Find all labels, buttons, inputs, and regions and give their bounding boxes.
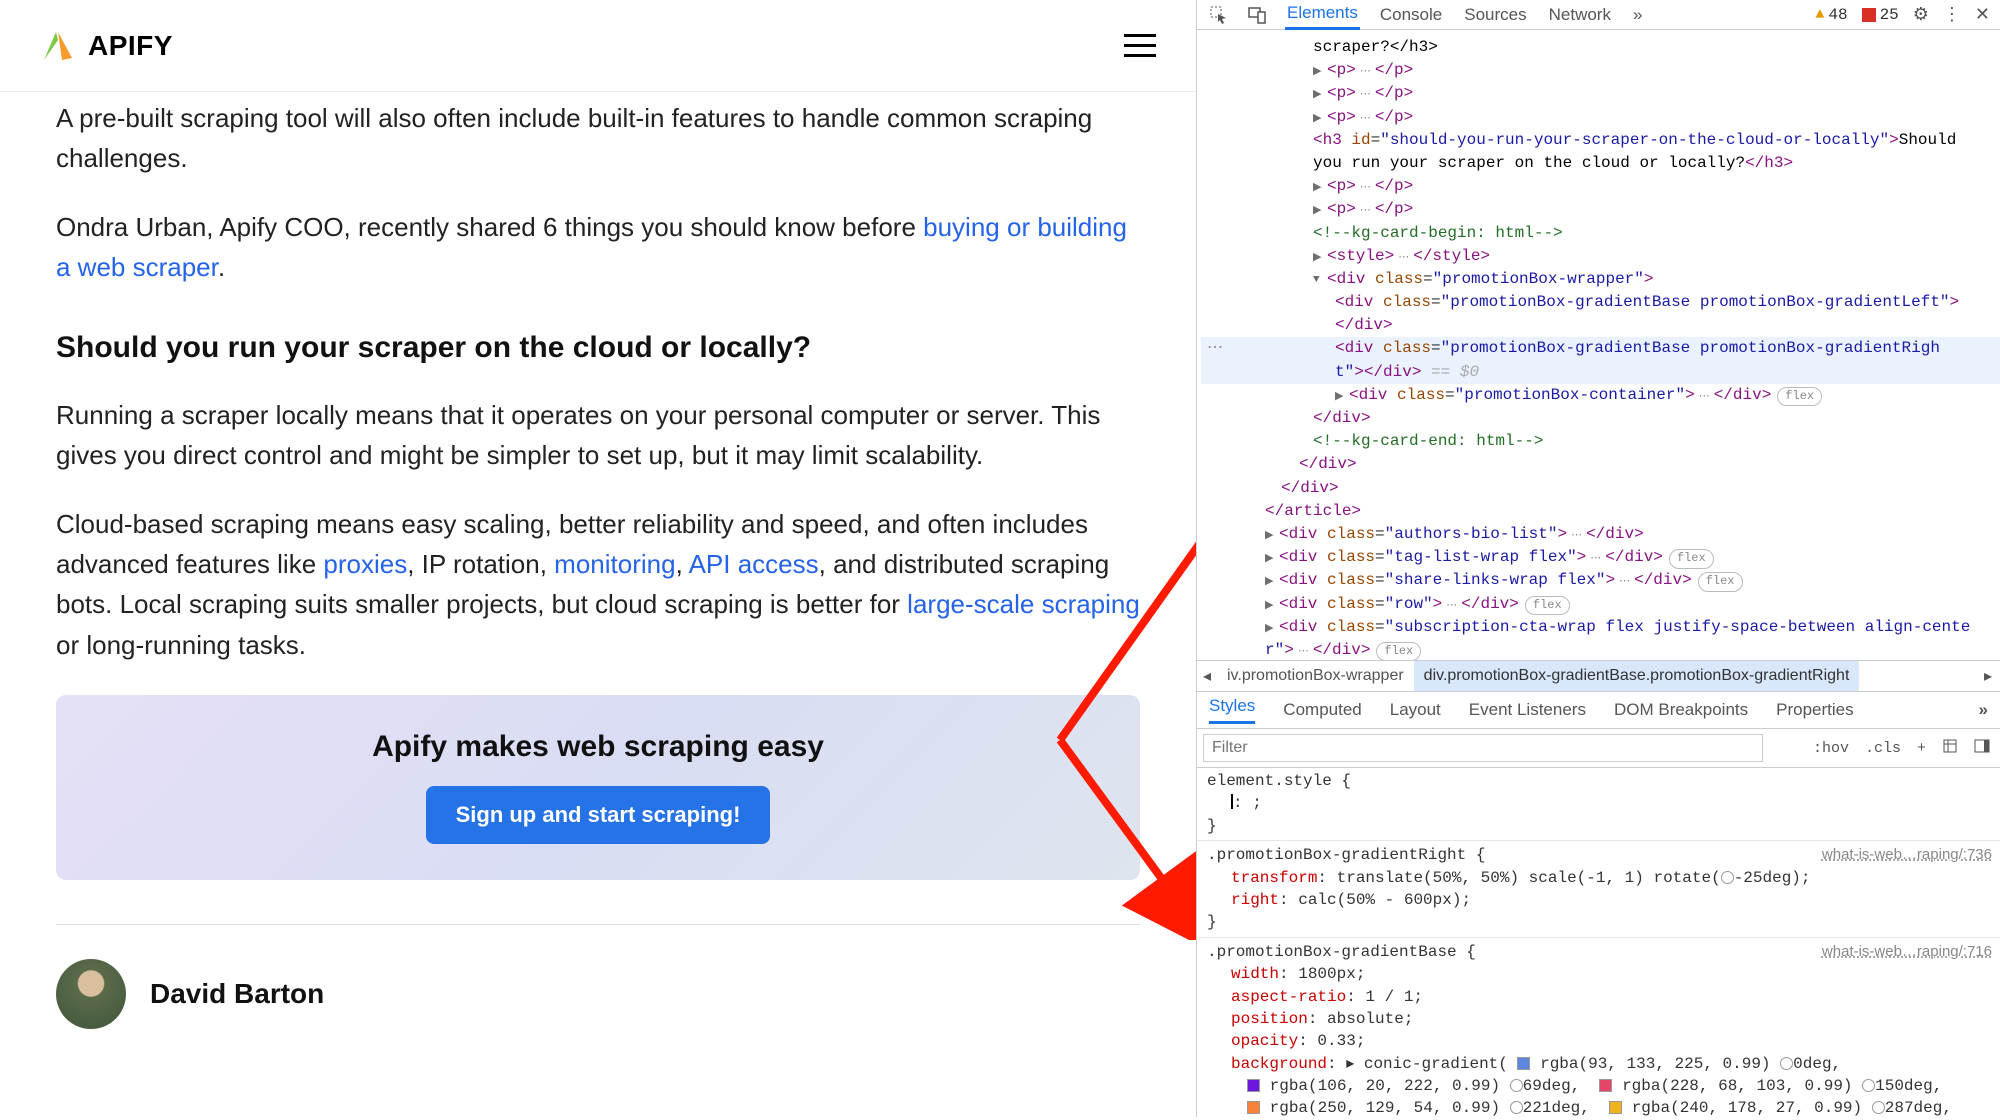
gear-icon[interactable]: ⚙ [1913,4,1929,26]
source-link[interactable]: what-is-web…raping/:716 [1822,941,1992,962]
subtab-dom-breakpoints[interactable]: DOM Breakpoints [1614,700,1748,720]
close-icon[interactable]: ✕ [1975,4,1990,26]
styles-filter-input[interactable] [1203,734,1763,762]
tabs-overflow[interactable]: » [1631,1,1644,29]
subtab-properties[interactable]: Properties [1776,700,1853,720]
subtab-computed[interactable]: Computed [1283,700,1361,720]
subtab-listeners[interactable]: Event Listeners [1469,700,1586,720]
subtab-styles[interactable]: Styles [1209,696,1255,724]
site-header: APIFY [0,0,1196,92]
apify-logo-icon [40,28,76,64]
heading-cloud-locally: Should you run your scraper on the cloud… [56,331,1140,365]
cls-toggle[interactable]: .cls [1865,740,1901,757]
selected-node[interactable]: ⋯<div class="promotionBox-gradientBase p… [1201,337,2000,360]
paragraph: Ondra Urban, Apify COO, recently shared … [56,207,1140,288]
tab-elements[interactable]: Elements [1285,0,1360,30]
brand-name: APIFY [88,30,173,62]
devtools-toolbar: Elements Console Sources Network » ▲48 2… [1197,0,2000,30]
warnings-badge[interactable]: ▲48 [1815,6,1847,24]
link-large-scale[interactable]: large-scale scraping [907,589,1140,619]
tab-network[interactable]: Network [1547,1,1613,29]
styles-subtabs: Styles Computed Layout Event Listeners D… [1197,692,2000,729]
brand-logo[interactable]: APIFY [40,28,173,64]
article-body: A pre-built scraping tool will also ofte… [0,98,1196,1049]
computed-styles-icon[interactable] [1942,738,1958,759]
devtools-pane: Elements Console Sources Network » ▲48 2… [1196,0,2000,1117]
promo-box: Apify makes web scraping easy Sign up an… [56,695,1140,880]
error-icon [1862,8,1876,22]
crumb-segment[interactable]: iv.promotionBox-wrapper [1217,661,1414,691]
tab-sources[interactable]: Sources [1462,1,1528,29]
author-avatar[interactable] [56,959,126,1029]
warning-icon: ▲ [1815,6,1824,23]
divider [56,924,1140,925]
elements-tree[interactable]: scraper?</h3> ▶<p>⋯</p> ▶<p>⋯</p> ▶<p>⋯<… [1197,30,2000,660]
styles-filter-row: :hov .cls + [1197,729,2000,768]
device-toggle-icon[interactable] [1247,5,1267,25]
inspect-element-icon[interactable] [1209,5,1229,25]
promo-title: Apify makes web scraping easy [372,730,824,764]
subtabs-overflow[interactable]: » [1979,700,1988,720]
signup-button[interactable]: Sign up and start scraping! [426,786,771,844]
paragraph: A pre-built scraping tool will also ofte… [56,98,1140,179]
source-link[interactable]: what-is-web…raping/:736 [1822,844,1992,865]
menu-button[interactable] [1124,34,1156,57]
link-proxies[interactable]: proxies [323,549,407,579]
new-rule-icon[interactable]: + [1917,740,1926,757]
more-icon[interactable]: ⋮ [1943,4,1961,26]
paragraph: Running a scraper locally means that it … [56,395,1140,476]
author-name[interactable]: David Barton [150,978,324,1010]
styles-pane[interactable]: element.style { : ; } .promotionBox-grad… [1197,768,2000,1120]
subtab-layout[interactable]: Layout [1390,700,1441,720]
sidebar-toggle-icon[interactable] [1974,738,1990,759]
dom-breadcrumb[interactable]: ◂ iv.promotionBox-wrapper div.promotionB… [1197,660,2000,692]
chevron-left-icon[interactable]: ◂ [1197,666,1217,686]
author-block: David Barton [56,959,1140,1049]
tab-console[interactable]: Console [1378,1,1444,29]
hov-toggle[interactable]: :hov [1813,740,1849,757]
chevron-right-icon[interactable]: ▸ [1984,666,2000,686]
errors-badge[interactable]: 25 [1862,6,1899,24]
crumb-segment-active[interactable]: div.promotionBox-gradientBase.promotionB… [1414,661,1860,691]
paragraph: Cloud-based scraping means easy scaling,… [56,504,1140,665]
article-pane: APIFY A pre-built scraping tool will als… [0,0,1196,1117]
link-api-access[interactable]: API access [689,549,819,579]
link-monitoring[interactable]: monitoring [554,549,675,579]
